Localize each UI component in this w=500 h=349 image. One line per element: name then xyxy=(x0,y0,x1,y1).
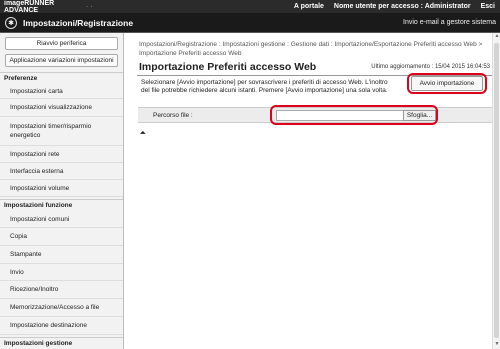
sidebar-item-display[interactable]: Impostazioni visualizzazione xyxy=(0,99,123,117)
brand-name: imageRUNNER ADVANCE xyxy=(4,0,55,14)
top-bar: imageRUNNER ADVANCE · · A portale Nome u… xyxy=(0,0,500,14)
settings-icon: ✱ xyxy=(5,16,17,29)
scroll-down-icon[interactable]: ▼ xyxy=(493,341,500,349)
app-title: Impostazioni/Registrazione xyxy=(23,17,134,28)
highlight-ring-file xyxy=(270,105,438,125)
device-name: · · xyxy=(86,3,94,10)
mail-admin-link[interactable]: Invio e-mail a gestore sistema xyxy=(403,19,496,26)
sidebar: Riavvio periferica Applicazione variazio… xyxy=(0,33,124,349)
user-label: Nome utente per accesso : Administrator xyxy=(333,3,471,10)
sidebar-item-network[interactable]: Impostazioni rete xyxy=(0,146,123,163)
section-management-settings: Impostazioni gestione xyxy=(0,337,123,349)
portal-link[interactable]: A portale xyxy=(289,3,329,10)
back-to-top-icon[interactable]: ⏶ xyxy=(140,130,146,138)
sidebar-item-receive-forward[interactable]: Ricezione/Inoltro xyxy=(0,281,123,299)
sidebar-item-printer[interactable]: Stampante xyxy=(0,246,123,264)
section-function-settings: Impostazioni funzione xyxy=(0,199,123,211)
scroll-up-icon[interactable]: ▲ xyxy=(493,33,500,41)
sidebar-item-external-interface[interactable]: Interfaccia esterna xyxy=(0,163,123,180)
sidebar-item-timer[interactable]: Impostazioni timer/risparmio energetico xyxy=(0,117,123,146)
restart-device-button[interactable]: Riavvio periferica xyxy=(5,37,118,50)
top-links: A portale Nome utente per accesso : Admi… xyxy=(289,3,500,10)
apply-changes-button[interactable]: Applicazione variazioni impostazioni xyxy=(5,54,118,67)
page-title: Importazione Preferiti accesso Web xyxy=(139,61,317,73)
breadcrumb[interactable]: Impostazioni/Registrazione : Impostazion… xyxy=(139,40,489,58)
vertical-scrollbar[interactable]: ▲ ▼ xyxy=(492,33,500,349)
file-path-label: Percorso file : xyxy=(153,111,193,119)
sidebar-item-volume[interactable]: Impostazioni volume xyxy=(0,180,123,197)
sidebar-item-common[interactable]: Impostazioni comuni xyxy=(0,211,123,228)
sidebar-item-paper[interactable]: Impostazioni carta xyxy=(0,84,123,99)
instructions-text: Selezionare [Avvio importazione] per sov… xyxy=(141,79,388,94)
scroll-thumb[interactable] xyxy=(494,43,499,338)
sidebar-item-copy[interactable]: Copia xyxy=(0,228,123,246)
logout-link[interactable]: Esci xyxy=(476,3,500,10)
sidebar-item-store-access[interactable]: Memorizzazione/Accesso a file xyxy=(0,299,123,317)
last-update-timestamp: Ultimo aggiornamento : 15/04 2015 16:04:… xyxy=(371,64,490,70)
section-preferences: Preferenze xyxy=(0,72,123,84)
sidebar-item-send[interactable]: Invio xyxy=(0,264,123,281)
title-bar: ✱ Impostazioni/Registrazione Invio e-mai… xyxy=(0,13,500,33)
sidebar-item-destination[interactable]: Impostazione destinazione xyxy=(0,317,123,335)
main-content: Impostazioni/Registrazione : Impostazion… xyxy=(124,33,500,349)
highlight-ring-start xyxy=(407,73,487,94)
